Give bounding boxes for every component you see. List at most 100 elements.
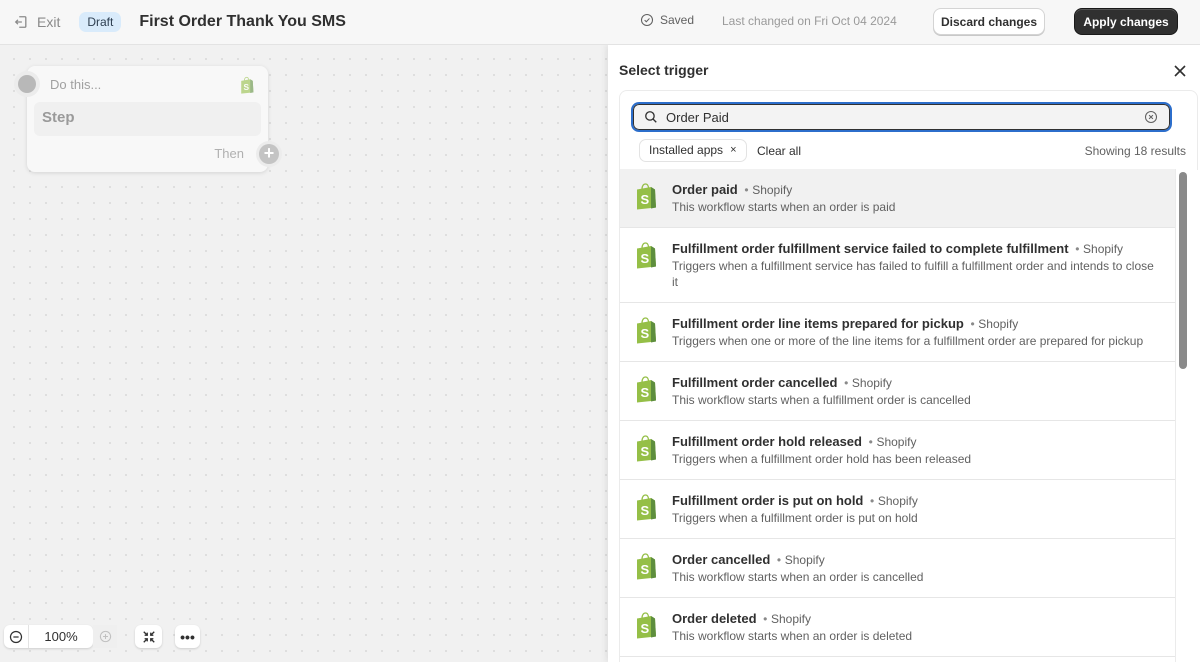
collapse-arrows-icon	[142, 630, 155, 643]
page-title: First Order Thank You SMS	[139, 13, 346, 30]
shopify-bag-icon: S	[637, 183, 656, 210]
minus-circle-icon	[9, 630, 23, 643]
trigger-source: Shopify	[770, 612, 812, 626]
trigger-list-item[interactable]: S Fulfillment order line items prepared …	[620, 303, 1175, 362]
add-step-button[interactable]: +	[259, 144, 279, 164]
trigger-title-row: Order paid • Shopify	[672, 181, 895, 199]
trigger-title-row: Order cancelled • Shopify	[672, 551, 923, 569]
then-label: Then	[214, 146, 244, 161]
svg-text:S: S	[641, 444, 650, 459]
trigger-name: Order paid	[672, 182, 738, 197]
separator-dot: •	[844, 376, 849, 390]
trigger-description: Triggers when a fulfillment service has …	[672, 259, 1154, 289]
shopify-bag-icon: S	[637, 612, 656, 639]
plus-circle-icon	[99, 630, 111, 643]
svg-text:S: S	[641, 385, 650, 400]
ellipsis-icon: •••	[180, 628, 195, 645]
close-icon[interactable]	[1173, 64, 1187, 78]
trigger-title-row: Fulfillment order cancelled • Shopify	[672, 374, 971, 392]
zoom-in-button[interactable]	[93, 625, 117, 648]
exit-button[interactable]: Exit	[14, 14, 60, 30]
trigger-source: Shopify	[752, 183, 793, 197]
select-trigger-panel: Select trigger Installed apps × Clear al…	[608, 45, 1200, 662]
trigger-text: Fulfillment order cancelled • Shopify Th…	[672, 374, 971, 408]
shopify-bag-icon: S	[637, 494, 656, 521]
trigger-description: This workflow starts when a fulfillment …	[672, 393, 971, 407]
trigger-title-row: Fulfillment order fulfillment service fa…	[672, 240, 1163, 258]
exit-label: Exit	[37, 14, 61, 30]
fit-to-screen-button[interactable]	[135, 625, 162, 648]
svg-text:S: S	[641, 251, 650, 266]
shopify-bag-icon: S	[637, 435, 656, 462]
last-changed-text: Last changed on Fri Oct 04 2024	[722, 14, 897, 28]
trigger-title-row: Fulfillment order hold released • Shopif…	[672, 433, 971, 451]
step-connector-dot[interactable]	[18, 75, 36, 93]
step-card[interactable]: Do this... S Step Then +	[18, 66, 279, 172]
status-badge: Draft	[79, 12, 122, 32]
svg-text:S: S	[641, 192, 650, 207]
trigger-description: This workflow starts when an order is ca…	[672, 570, 924, 584]
step-placeholder[interactable]: Step	[34, 102, 261, 136]
trigger-description: Triggers when one or more of the line it…	[672, 334, 1144, 348]
trigger-description: Triggers when a fulfillment order is put…	[672, 511, 918, 525]
trigger-list-item[interactable]: S Order cancelled • Shopify This workflo…	[620, 539, 1175, 598]
top-bar: Exit Draft First Order Thank You SMS Sav…	[0, 0, 1200, 45]
filter-chip-installed-apps[interactable]: Installed apps ×	[639, 139, 747, 162]
trigger-source: Shopify	[876, 435, 917, 449]
filter-chip-label: Installed apps	[649, 143, 724, 157]
apply-changes-button[interactable]: Apply changes	[1074, 8, 1178, 35]
trigger-description: This workflow starts when an order is de…	[672, 629, 913, 643]
shopify-bag-icon: S	[637, 376, 656, 403]
trigger-list-item[interactable]: S Fulfillment order is put on hold • Sho…	[620, 480, 1175, 539]
trigger-list-item[interactable]: S Fulfillment order hold released • Shop…	[620, 421, 1175, 480]
trigger-source: Shopify	[851, 376, 892, 390]
trigger-text: Order deleted • Shopify This workflow st…	[672, 610, 912, 644]
trigger-name: Fulfillment order cancelled	[672, 375, 838, 390]
svg-text:S: S	[641, 326, 650, 341]
trigger-name: Fulfillment order fulfillment service fa…	[672, 241, 1069, 256]
clear-search-icon[interactable]	[1144, 110, 1158, 124]
trigger-name: Order deleted	[672, 611, 757, 626]
svg-text:S: S	[641, 503, 650, 518]
zoom-controls: 100% •••	[4, 625, 200, 648]
discard-changes-button[interactable]: Discard changes	[933, 8, 1045, 35]
shopify-bag-icon: S	[637, 553, 656, 580]
trigger-title-row: Fulfillment order is put on hold • Shopi…	[672, 492, 918, 510]
trigger-source: Shopify	[784, 553, 825, 567]
trigger-source: Shopify	[1083, 242, 1124, 256]
trigger-list-item[interactable]: S Fulfillment order cancelled • Shopify …	[620, 362, 1175, 421]
trigger-description: Triggers when a fulfillment order hold h…	[672, 452, 972, 466]
trigger-title-row: Fulfillment order line items prepared fo…	[672, 315, 1143, 333]
separator-dot: •	[868, 435, 873, 449]
shopify-bag-icon: S	[637, 317, 656, 344]
separator-dot: •	[763, 612, 768, 626]
workflow-canvas[interactable]: Do this... S Step Then + 100% •••	[0, 45, 608, 662]
trigger-text: Order cancelled • Shopify This workflow …	[672, 551, 923, 585]
separator-dot: •	[970, 317, 975, 331]
trigger-name: Fulfillment order hold released	[672, 434, 862, 449]
separator-dot: •	[1075, 242, 1080, 256]
search-icon	[645, 111, 657, 123]
list-scrollbar[interactable]	[1179, 172, 1187, 369]
search-input[interactable]	[666, 109, 1126, 125]
trigger-title-row: Order deleted • Shopify	[672, 610, 912, 628]
trigger-list-item[interactable]: S Fulfillment order fulfillment service …	[620, 228, 1175, 303]
exit-icon	[14, 16, 27, 28]
trigger-text: Order paid • Shopify This workflow start…	[672, 181, 895, 215]
trigger-text: Fulfillment order fulfillment service fa…	[672, 240, 1163, 290]
saved-status: Saved	[640, 13, 694, 27]
clear-all-button[interactable]: Clear all	[757, 144, 801, 158]
zoom-level: 100%	[44, 629, 78, 644]
result-count: Showing 18 results	[1084, 144, 1186, 158]
search-card: Installed apps × Clear all Showing 18 re…	[619, 90, 1198, 170]
trigger-list-item[interactable]: S Order deleted • Shopify This workflow …	[620, 598, 1175, 657]
shopify-bag-icon: S	[241, 76, 254, 94]
separator-dot: •	[776, 553, 782, 567]
remove-filter-icon[interactable]: ×	[730, 140, 736, 161]
svg-text:S: S	[641, 621, 650, 636]
separator-dot: •	[744, 183, 749, 197]
trigger-list-item[interactable]: S Order paid • Shopify This workflow sta…	[620, 169, 1175, 228]
search-field[interactable]	[631, 102, 1172, 132]
zoom-out-button[interactable]	[4, 625, 29, 648]
more-options-button[interactable]: •••	[175, 625, 200, 648]
